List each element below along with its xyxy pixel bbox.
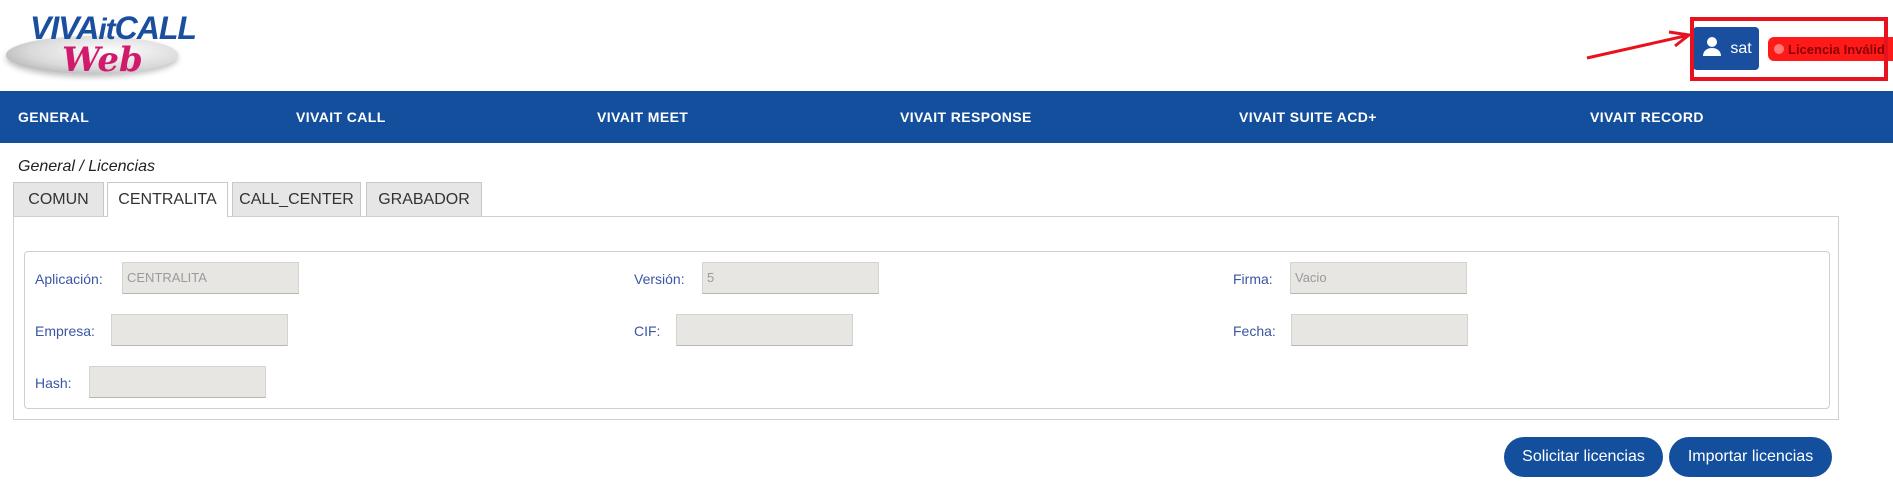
version-label: Versión:	[634, 271, 685, 287]
nav-item-vivait-record[interactable]: VIVAIT RECORD	[1590, 91, 1704, 143]
hash-label: Hash:	[35, 375, 72, 391]
annotation-arrow-icon	[1586, 30, 1693, 60]
nav-item-vivait-meet[interactable]: VIVAIT MEET	[597, 91, 688, 143]
fecha-label: Fecha:	[1233, 323, 1276, 339]
tab-comun[interactable]: COMUN	[13, 182, 104, 216]
tab-call-center[interactable]: CALL_CENTER	[232, 182, 361, 216]
tab-centralita[interactable]: CENTRALITA	[107, 182, 228, 217]
empresa-field[interactable]	[111, 314, 288, 346]
version-field[interactable]: 5	[702, 262, 879, 294]
empresa-label: Empresa:	[35, 323, 95, 339]
cif-label: CIF:	[634, 323, 661, 339]
aplicacion-field[interactable]: CENTRALITA	[122, 262, 299, 294]
fecha-field[interactable]	[1291, 314, 1468, 346]
request-licenses-button[interactable]: Solicitar licencias	[1504, 437, 1663, 477]
nav-item-vivait-response[interactable]: VIVAIT RESPONSE	[900, 91, 1032, 143]
nav-item-general[interactable]: GENERAL	[18, 91, 89, 143]
tab-grabador[interactable]: GRABADOR	[366, 182, 482, 216]
import-licenses-button[interactable]: Importar licencias	[1669, 437, 1832, 477]
main-nav: GENERAL VIVAIT CALL VIVAIT MEET VIVAIT R…	[0, 91, 1893, 143]
firma-field[interactable]: Vacio	[1290, 262, 1467, 294]
nav-item-vivait-suite-acd[interactable]: VIVAIT SUITE ACD+	[1239, 91, 1377, 143]
aplicacion-label: Aplicación:	[35, 271, 103, 287]
breadcrumb: General / Licencias	[18, 158, 155, 175]
license-status-text: Licencia Inválid	[1788, 41, 1885, 57]
user-icon	[1700, 34, 1724, 63]
logo-web: Web	[62, 40, 143, 80]
header: VIVAitCALL Web sat Licencia Inválid	[0, 0, 1893, 91]
vivait-call-web-logo[interactable]: VIVAitCALL Web	[0, 6, 197, 80]
user-name: sat	[1730, 39, 1752, 57]
firma-label: Firma:	[1233, 271, 1273, 287]
cif-field[interactable]	[676, 314, 853, 346]
nav-item-vivait-call[interactable]: VIVAIT CALL	[296, 91, 386, 143]
status-dot-icon	[1774, 44, 1784, 54]
hash-field[interactable]	[89, 366, 266, 398]
license-status-badge: Licencia Inválid	[1768, 37, 1893, 61]
user-menu-button[interactable]: sat	[1693, 27, 1759, 70]
